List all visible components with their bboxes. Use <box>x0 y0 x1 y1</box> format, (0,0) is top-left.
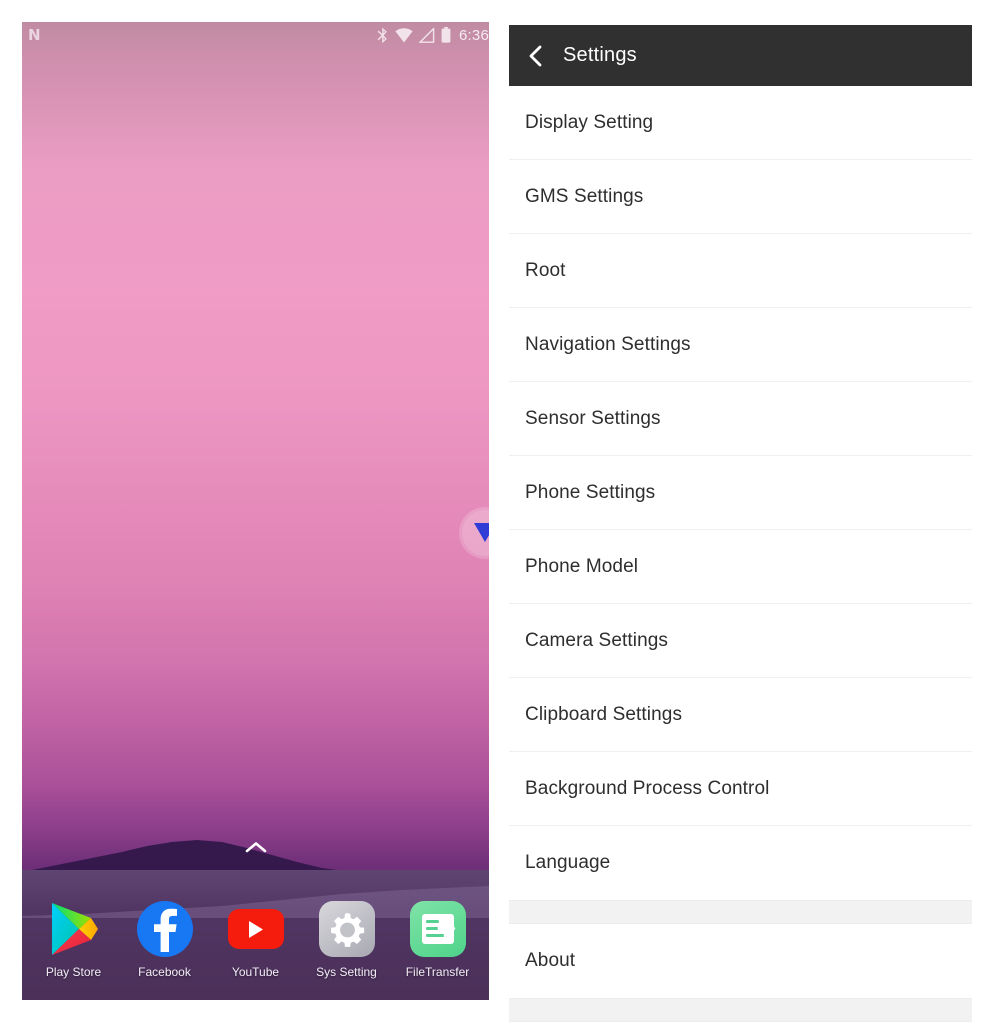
phone-screen: N 6:36 Play Store Facebook YouTube Sys S… <box>22 22 489 1000</box>
settings-item-label: Sensor Settings <box>525 407 661 429</box>
dock-app-sys-setting[interactable]: Sys Setting <box>305 900 389 979</box>
settings-panel: Settings Display Setting GMS Settings Ro… <box>509 25 972 1024</box>
status-bar-clock: 6:36 <box>459 26 489 44</box>
settings-item-language[interactable]: Language <box>509 826 972 900</box>
settings-item-label: Root <box>525 259 566 281</box>
settings-list: Display Setting GMS Settings Root Naviga… <box>509 86 972 1022</box>
settings-group-spacer <box>509 998 972 1022</box>
battery-icon <box>441 27 451 43</box>
settings-item-label: Clipboard Settings <box>525 703 683 725</box>
settings-item-root[interactable]: Root <box>509 234 972 308</box>
gear-icon <box>318 900 376 958</box>
youtube-icon <box>227 900 285 958</box>
dock-label: Sys Setting <box>316 965 377 979</box>
settings-item-phone-model[interactable]: Phone Model <box>509 530 972 604</box>
settings-item-label: Background Process Control <box>525 777 770 799</box>
dock-app-file-transfer[interactable]: FileTransfer <box>396 900 480 979</box>
dock-app-play-store[interactable]: Play Store <box>32 900 116 979</box>
dock: Play Store Facebook YouTube Sys Setting … <box>22 890 489 1000</box>
settings-item-label: Display Setting <box>525 111 654 133</box>
settings-item-clipboard-settings[interactable]: Clipboard Settings <box>509 678 972 752</box>
facebook-icon <box>136 900 194 958</box>
status-bar: N 6:36 <box>22 22 489 48</box>
dock-app-facebook[interactable]: Facebook <box>123 900 207 979</box>
settings-item-display-setting[interactable]: Display Setting <box>509 86 972 160</box>
settings-item-background-process-control[interactable]: Background Process Control <box>509 752 972 826</box>
settings-item-label: Navigation Settings <box>525 333 691 355</box>
settings-item-phone-settings[interactable]: Phone Settings <box>509 456 972 530</box>
page-title: Settings <box>563 44 637 66</box>
settings-item-navigation-settings[interactable]: Navigation Settings <box>509 308 972 382</box>
settings-group-spacer <box>509 900 972 924</box>
settings-item-sensor-settings[interactable]: Sensor Settings <box>509 382 972 456</box>
settings-item-label: Phone Model <box>525 555 639 577</box>
settings-item-label: Phone Settings <box>525 481 656 503</box>
settings-item-label: Camera Settings <box>525 629 669 651</box>
bluetooth-icon <box>376 27 389 44</box>
settings-item-about[interactable]: About <box>509 924 972 998</box>
settings-item-camera-settings[interactable]: Camera Settings <box>509 604 972 678</box>
signal-icon <box>419 27 435 43</box>
back-chevron-icon[interactable] <box>523 43 549 69</box>
dock-label: YouTube <box>231 965 280 979</box>
dock-label: Play Store <box>45 965 102 979</box>
android-n-logo: N <box>28 26 41 44</box>
dock-app-youtube[interactable]: YouTube <box>214 900 298 979</box>
settings-item-gms-settings[interactable]: GMS Settings <box>509 160 972 234</box>
settings-appbar: Settings <box>509 25 972 86</box>
screenshot-root: N 6:36 Play Store Facebook YouTube Sys S… <box>0 0 997 1024</box>
cursor-pointer-icon <box>462 510 489 556</box>
settings-item-label: GMS Settings <box>525 185 644 207</box>
file-transfer-icon <box>409 900 467 958</box>
play-store-icon <box>45 900 103 958</box>
settings-item-label: About <box>525 950 576 971</box>
app-drawer-button[interactable] <box>22 840 489 859</box>
dock-label: Facebook <box>138 965 191 979</box>
chevron-up-icon <box>244 840 268 859</box>
settings-item-label: Language <box>525 852 611 873</box>
wifi-icon <box>395 27 413 43</box>
dock-label: FileTransfer <box>405 965 470 979</box>
status-icons: 6:36 <box>376 27 489 44</box>
